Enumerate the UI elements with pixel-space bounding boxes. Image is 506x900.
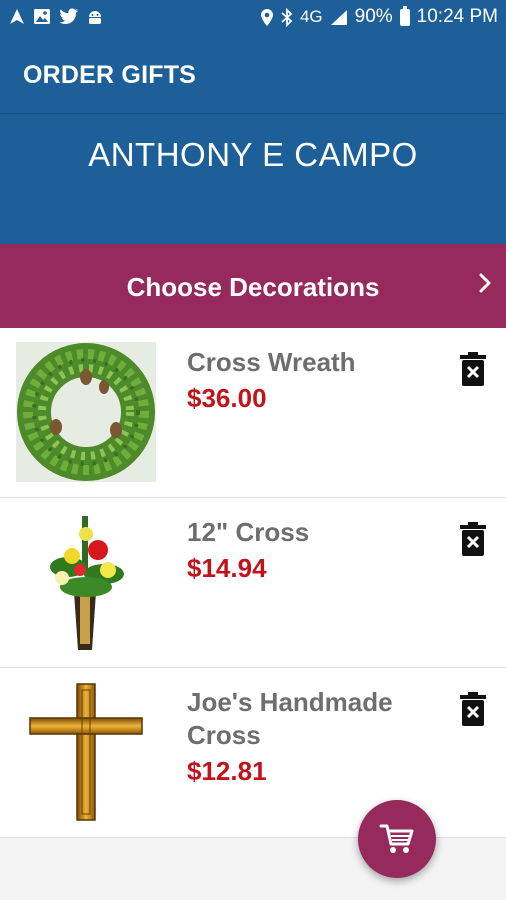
location-icon: [260, 8, 273, 26]
clock-time: 10:24 PM: [416, 6, 498, 27]
item-price: $14.94: [187, 553, 267, 583]
battery-percent: 90%: [354, 6, 393, 27]
gift-list: Cross Wreath $36.00 12" Cross $14.94 Joe…: [0, 328, 506, 838]
android-app-icon: [89, 11, 101, 24]
delete-icon[interactable]: [460, 692, 486, 726]
wreath-image: [16, 342, 156, 482]
item-price: $36.00: [187, 383, 267, 413]
list-item[interactable]: Joe's Handmade Cross $12.81: [0, 668, 506, 838]
choose-decorations-label: Choose Decorations: [126, 272, 380, 302]
list-item[interactable]: Cross Wreath $36.00: [0, 328, 506, 498]
delete-icon[interactable]: [460, 522, 486, 556]
navigation-arrow-icon: [10, 9, 24, 24]
delete-icon[interactable]: [460, 352, 486, 386]
page-title: ORDER GIFTS: [23, 61, 197, 89]
item-price: $12.81: [187, 756, 267, 786]
recipient-name: ANTHONY E CAMPO: [88, 136, 418, 173]
item-name: Cross Wreath: [187, 347, 356, 377]
battery-icon: [399, 5, 410, 26]
recipient-header: ANTHONY E CAMPO: [0, 114, 506, 244]
signal-icon: [330, 9, 347, 25]
system-status: 4G 90% 10:24 PM: [260, 5, 498, 28]
cart-icon: [379, 824, 414, 853]
bluetooth-icon: [281, 7, 293, 27]
item-info: Cross Wreath $36.00: [187, 346, 427, 414]
item-name: 12" Cross: [187, 517, 310, 547]
chevron-right-icon: [479, 273, 491, 293]
app-bar: ORDER GIFTS: [0, 36, 506, 114]
item-info: Joe's Handmade Cross $12.81: [187, 686, 427, 787]
flower-cross-image: [50, 516, 124, 650]
status-bar: 4G 90% 10:24 PM: [0, 0, 506, 36]
choose-decorations-button[interactable]: Choose Decorations: [0, 244, 506, 328]
list-item[interactable]: 12" Cross $14.94: [0, 498, 506, 668]
network-type-label: 4G: [299, 7, 323, 26]
cart-button[interactable]: [358, 800, 436, 878]
item-name: Joe's Handmade Cross: [187, 687, 393, 750]
item-info: 12" Cross $14.94: [187, 516, 427, 584]
notification-icons: [9, 8, 103, 25]
image-icon: [34, 9, 50, 24]
twitter-icon: [59, 8, 78, 24]
gold-cross-image: [29, 683, 143, 821]
